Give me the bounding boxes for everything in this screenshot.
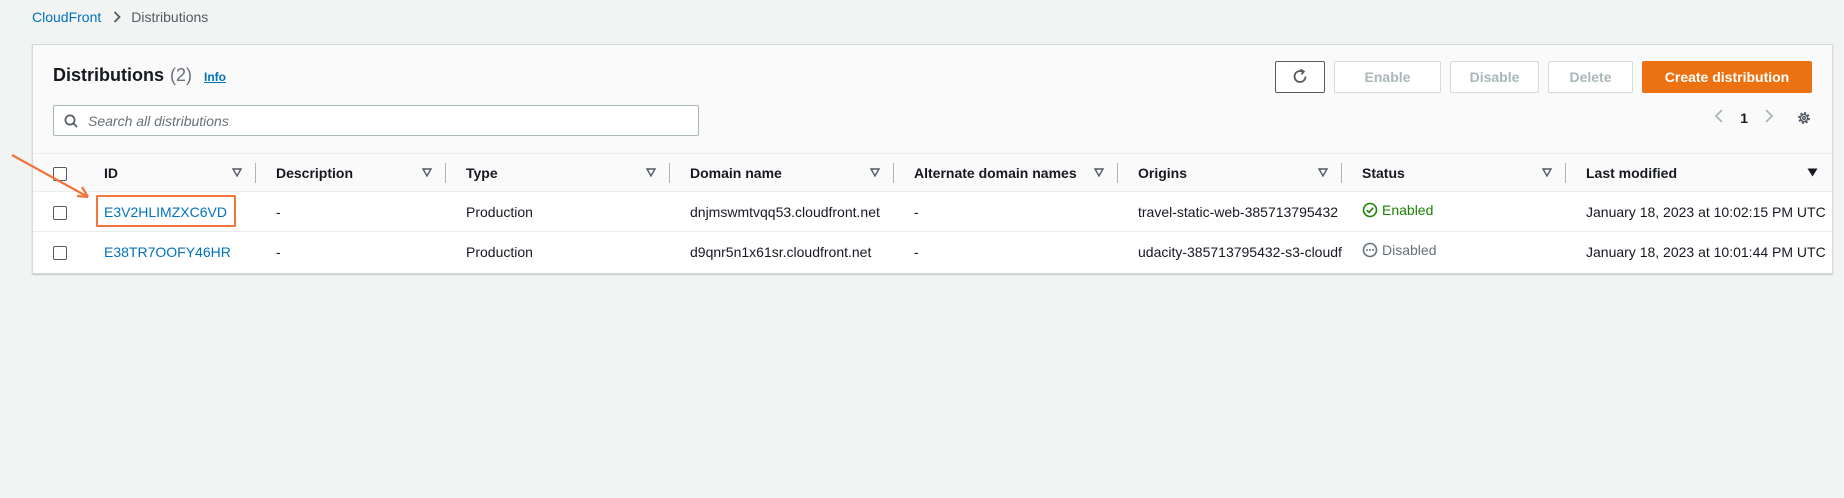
sort-descending-icon bbox=[1807, 168, 1818, 177]
action-bar: Enable Disable Delete Create distributio… bbox=[1275, 61, 1812, 93]
distribution-count: (2) bbox=[170, 65, 192, 85]
table-row: E3V2HLIMZXC6VD - Production dnjmswmtvqq5… bbox=[33, 191, 1832, 232]
distributions-panel: Distributions (2) Info Enable Disable De… bbox=[32, 44, 1833, 274]
column-header-alternate-domain-names[interactable]: Alternate domain names bbox=[894, 153, 1118, 192]
cell-id: E38TR7OOFY46HR bbox=[84, 231, 256, 272]
cell-origins: travel-static-web-385713795432 bbox=[1118, 191, 1342, 232]
cell-type: Production bbox=[446, 231, 670, 272]
table-header-row: ID Description Type Domain name Alternat… bbox=[33, 153, 1832, 192]
delete-button[interactable]: Delete bbox=[1548, 61, 1633, 93]
sort-icon bbox=[422, 168, 432, 177]
distributions-table: ID Description Type Domain name Alternat… bbox=[33, 153, 1832, 272]
sort-icon bbox=[1542, 168, 1552, 177]
sort-icon bbox=[1318, 168, 1328, 177]
cell-domain-name: dnjmswmtvqq53.cloudfront.net bbox=[670, 191, 894, 232]
column-header-status[interactable]: Status bbox=[1342, 153, 1566, 192]
info-link[interactable]: Info bbox=[204, 70, 226, 84]
more-circle-icon bbox=[1362, 242, 1378, 258]
sort-icon bbox=[232, 168, 242, 177]
sort-icon bbox=[646, 168, 656, 177]
panel-header: Distributions (2) Info Enable Disable De… bbox=[33, 45, 1832, 153]
search-input[interactable]: Search all distributions bbox=[53, 105, 699, 136]
cell-alternate-domain-names: - bbox=[894, 231, 1118, 272]
refresh-button[interactable] bbox=[1275, 61, 1325, 93]
page-number[interactable]: 1 bbox=[1740, 110, 1748, 126]
select-all-cell bbox=[33, 153, 84, 192]
row-select-cell bbox=[33, 231, 84, 272]
enable-button[interactable]: Enable bbox=[1334, 61, 1441, 93]
column-header-id[interactable]: ID bbox=[84, 153, 256, 192]
breadcrumb: CloudFront Distributions bbox=[32, 8, 208, 26]
column-header-origins[interactable]: Origins bbox=[1118, 153, 1342, 192]
cell-id: E3V2HLIMZXC6VD bbox=[84, 191, 256, 232]
prev-page-icon[interactable] bbox=[1714, 109, 1724, 126]
breadcrumb-cloudfront[interactable]: CloudFront bbox=[32, 9, 101, 25]
cell-alternate-domain-names: - bbox=[894, 191, 1118, 232]
cell-description: - bbox=[256, 231, 446, 272]
status-badge: Enabled bbox=[1362, 202, 1433, 218]
column-header-type[interactable]: Type bbox=[446, 153, 670, 192]
row-checkbox[interactable] bbox=[53, 245, 67, 260]
create-distribution-button[interactable]: Create distribution bbox=[1642, 61, 1812, 93]
sort-icon bbox=[870, 168, 880, 177]
sort-icon bbox=[1094, 168, 1104, 177]
cell-status: Enabled bbox=[1342, 191, 1566, 232]
refresh-icon bbox=[1293, 68, 1307, 83]
next-page-icon[interactable] bbox=[1764, 109, 1774, 126]
breadcrumb-current: Distributions bbox=[131, 9, 209, 25]
status-text: Enabled bbox=[1382, 202, 1434, 218]
cell-domain-name: d9qnr5n1x61sr.cloudfront.net bbox=[670, 231, 894, 272]
cell-origins: udacity-385713795432-s3-cloudfront bbox=[1118, 231, 1342, 272]
column-header-last-modified[interactable]: Last modified bbox=[1566, 153, 1832, 192]
page-title: Distributions (2) Info bbox=[53, 65, 226, 86]
chevron-right-icon bbox=[113, 11, 122, 23]
search-placeholder: Search all distributions bbox=[88, 112, 229, 129]
cell-type: Production bbox=[446, 191, 670, 232]
gear-icon[interactable] bbox=[1796, 110, 1812, 126]
cell-last-modified: January 18, 2023 at 10:01:44 PM UTC bbox=[1566, 231, 1832, 272]
distribution-id-link[interactable]: E3V2HLIMZXC6VD bbox=[104, 204, 227, 220]
check-circle-icon bbox=[1362, 202, 1378, 218]
title-text: Distributions bbox=[53, 65, 164, 85]
row-select-cell bbox=[33, 191, 84, 232]
status-badge: Disabled bbox=[1362, 242, 1436, 258]
cell-description: - bbox=[256, 191, 446, 232]
cell-last-modified: January 18, 2023 at 10:02:15 PM UTC bbox=[1566, 191, 1832, 232]
select-all-checkbox[interactable] bbox=[53, 166, 67, 181]
column-header-description[interactable]: Description bbox=[256, 153, 446, 192]
row-checkbox[interactable] bbox=[53, 205, 67, 220]
search-icon bbox=[64, 114, 78, 128]
pagination: 1 bbox=[1714, 109, 1812, 126]
table-row: E38TR7OOFY46HR - Production d9qnr5n1x61s… bbox=[33, 231, 1832, 272]
column-header-domain-name[interactable]: Domain name bbox=[670, 153, 894, 192]
status-text: Disabled bbox=[1382, 242, 1437, 259]
cell-status: Disabled bbox=[1342, 231, 1566, 272]
disable-button[interactable]: Disable bbox=[1450, 61, 1539, 93]
distribution-id-link[interactable]: E38TR7OOFY46HR bbox=[104, 244, 231, 260]
